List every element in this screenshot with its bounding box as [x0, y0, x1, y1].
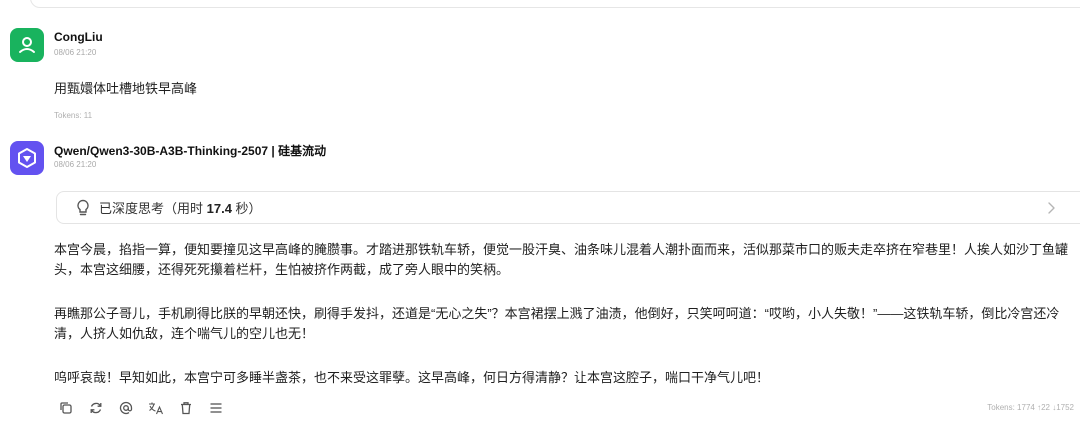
- model-name: Qwen/Qwen3-30B-A3B-Thinking-2507 | 硅基流动: [54, 144, 327, 158]
- mention-icon[interactable]: [118, 400, 134, 416]
- translate-icon[interactable]: [148, 400, 164, 416]
- regenerate-icon[interactable]: [88, 400, 104, 416]
- delete-icon[interactable]: [178, 400, 194, 416]
- thinking-label-prefix: 已深度思考（用时: [99, 201, 207, 216]
- user-message-tokens: Tokens: 11: [54, 111, 93, 120]
- user-name: CongLiu: [54, 30, 103, 44]
- assistant-message-tokens: Tokens: 1774 ↑22 ↓1752: [987, 403, 1074, 412]
- copy-icon[interactable]: [58, 400, 74, 416]
- thinking-panel[interactable]: 已深度思考（用时 17.4 秒）: [56, 191, 1080, 224]
- chevron-right-icon[interactable]: [1045, 201, 1057, 215]
- more-menu-icon[interactable]: [208, 400, 224, 416]
- response-paragraph-3: 呜呼哀哉！早知如此，本宫宁可多睡半盏茶，也不来受这罪孽。这早高峰，何日方得清静？…: [54, 370, 770, 385]
- user-avatar[interactable]: [10, 28, 44, 62]
- user-message-time: 08/06 21:20: [54, 48, 97, 57]
- thinking-seconds: 17.4: [206, 201, 232, 216]
- lightbulb-icon: [75, 199, 91, 217]
- user-message-text: 用甄嬛体吐槽地铁早高峰: [54, 81, 198, 96]
- thinking-label: 已深度思考（用时 17.4 秒）: [99, 198, 262, 217]
- user-icon: [19, 37, 35, 53]
- response-paragraph-1: 本宫今晨，掐指一算，便知要撞见这早高峰的腌臜事。才踏进那铁轨车轿，便觉一股汗臭、…: [54, 242, 1069, 277]
- message-toolbar: [58, 400, 238, 416]
- qwen-logo-icon: [18, 148, 36, 168]
- previous-message-edge: [30, 0, 1080, 8]
- thinking-label-suffix: 秒）: [231, 201, 262, 216]
- response-paragraph-2: 再瞧那公子哥儿，手机刷得比朕的早朝还快，刷得手发抖，还道是“无心之失”？本宫裙摆…: [54, 306, 1060, 341]
- assistant-message-time: 08/06 21:20: [54, 160, 97, 169]
- model-avatar[interactable]: [10, 141, 44, 175]
- chat-page: CongLiu 08/06 21:20 用甄嬛体吐槽地铁早高峰 Tokens: …: [0, 0, 1080, 422]
